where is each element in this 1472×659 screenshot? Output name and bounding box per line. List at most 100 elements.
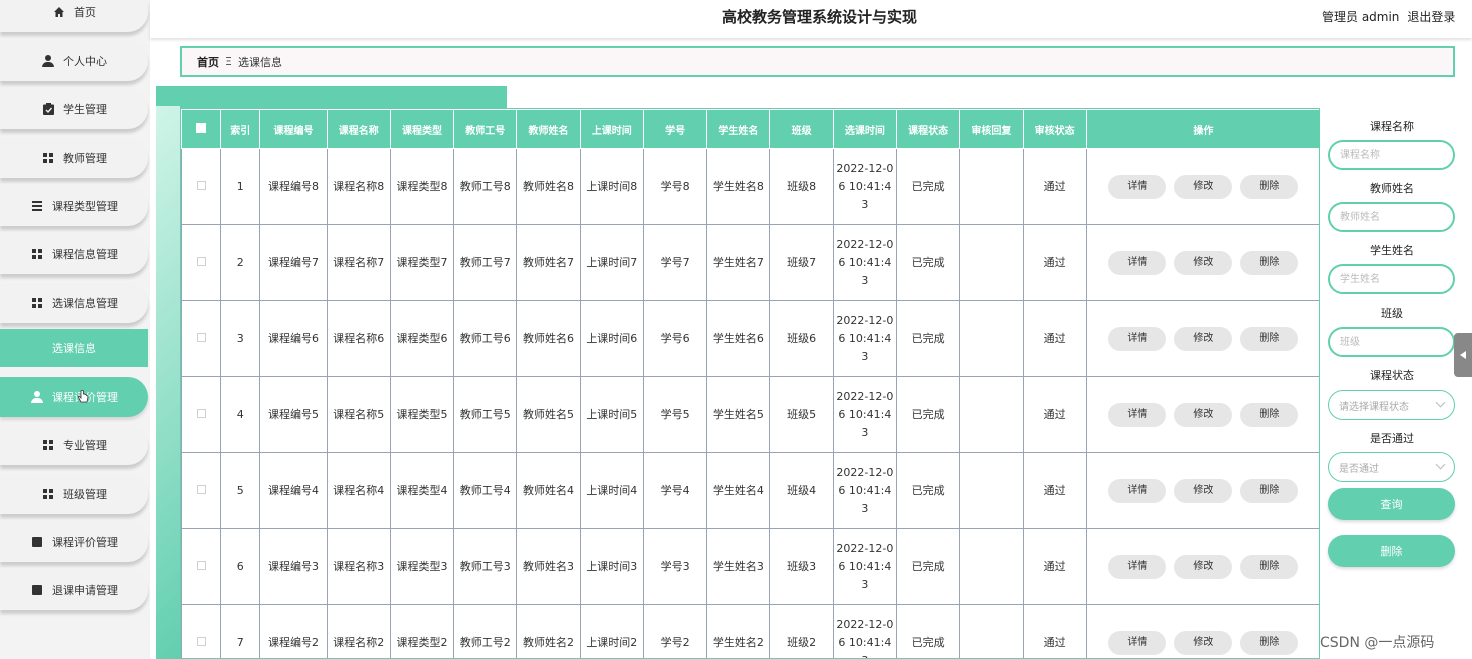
breadcrumb-home-link[interactable]: 首页 (197, 54, 219, 70)
row-select-cell[interactable] (181, 376, 222, 453)
passed-select[interactable]: 是否通过 (1328, 452, 1455, 482)
table-header-row: 索引 课程编号 课程名称 课程类型 教师工号 教师姓名 上课时间 学号 学生姓名… (181, 109, 1319, 149)
sidebar-item-course-types[interactable]: 课程类型管理 (0, 186, 148, 226)
cell-student-name: 学生姓名7 (706, 224, 771, 301)
row-checkbox[interactable] (196, 636, 206, 646)
sidebar-item-home[interactable]: 首页 (0, 0, 148, 32)
sidebar-item-course-evaluation[interactable]: 课程评价管理 (0, 522, 148, 562)
edit-button[interactable]: 修改 (1174, 478, 1233, 503)
sidebar-item-profile[interactable]: 个人中心 (0, 41, 148, 81)
sidebar-item-course-info[interactable]: 课程信息管理 (0, 234, 148, 274)
column-header[interactable]: 课程状态 (896, 109, 961, 149)
table-row: 5 课程编号4 课程名称4 课程类型4 教师工号4 教师姓名4 上课时间4 学号4 学生姓名4 班… (181, 452, 1319, 529)
student-name-input[interactable] (1328, 264, 1455, 294)
sidebar-item-teachers[interactable]: 教师管理 (0, 138, 148, 178)
chevron-down-icon (1435, 459, 1446, 470)
edit-button[interactable]: 修改 (1174, 326, 1233, 351)
sidebar-item-classes[interactable]: 班级管理 (0, 474, 148, 514)
column-header[interactable]: 课程名称 (326, 109, 391, 149)
row-checkbox[interactable] (196, 180, 206, 190)
column-header[interactable]: 审核状态 (1022, 109, 1087, 149)
class-input[interactable] (1328, 327, 1455, 357)
column-header[interactable]: 审核回复 (959, 109, 1024, 149)
user-icon (41, 54, 55, 68)
row-checkbox[interactable] (196, 484, 206, 494)
teacher-name-input[interactable] (1328, 202, 1455, 232)
delete-button[interactable]: 删除 (1240, 326, 1299, 351)
select-all-checkbox[interactable] (196, 122, 207, 133)
row-checkbox[interactable] (196, 332, 206, 342)
grid-icon (30, 247, 44, 261)
row-select-cell[interactable] (181, 528, 222, 605)
row-select-cell[interactable] (181, 148, 222, 225)
logout-link[interactable]: 退出登录 (1407, 10, 1455, 24)
cell-review-status: 通过 (1022, 452, 1087, 529)
detail-button[interactable]: 详情 (1108, 174, 1167, 199)
sidebar-item-course-selection[interactable]: 选课信息管理 (0, 283, 148, 323)
detail-button[interactable]: 详情 (1108, 326, 1167, 351)
column-header[interactable]: 学号 (642, 109, 708, 149)
column-header[interactable]: 课程类型 (389, 109, 455, 149)
delete-button[interactable]: 删除 (1240, 402, 1299, 427)
row-checkbox[interactable] (196, 408, 206, 418)
row-select-cell[interactable] (181, 224, 222, 301)
edit-button[interactable]: 修改 (1174, 554, 1233, 579)
column-header[interactable]: 学生姓名 (706, 109, 771, 149)
edit-button[interactable]: 修改 (1174, 174, 1233, 199)
delete-button[interactable]: 删除 (1240, 478, 1299, 503)
column-header[interactable]: 教师工号 (453, 109, 518, 149)
row-select-cell[interactable] (181, 604, 222, 658)
detail-button[interactable]: 详情 (1108, 630, 1167, 655)
cell-teacher-name: 教师姓名4 (516, 452, 581, 529)
sidebar-item-withdraw-requests[interactable]: 退课申请管理 (0, 570, 148, 610)
breadcrumb-separator-icon: Ξ (225, 55, 232, 68)
search-panel: 课程名称 教师姓名 学生姓名 班级 课程状态 请选择课程状态 是否通过 是否通过… (1326, 108, 1461, 578)
passed-label: 是否通过 (1370, 432, 1414, 445)
edit-button[interactable]: 修改 (1174, 402, 1233, 427)
column-header[interactable]: 上课时间 (579, 109, 644, 149)
detail-button[interactable]: 详情 (1108, 554, 1167, 579)
detail-button[interactable]: 详情 (1108, 402, 1167, 427)
breadcrumb-current: 选课信息 (237, 55, 282, 69)
hand-cursor-icon (77, 390, 89, 403)
course-status-label: 课程状态 (1370, 369, 1414, 382)
sidebar-item-majors[interactable]: 专业管理 (0, 425, 148, 465)
column-header[interactable]: 选课时间 (832, 109, 898, 149)
delete-button[interactable]: 删除 (1240, 554, 1299, 579)
column-header[interactable]: 课程编号 (259, 109, 328, 149)
delete-selected-button[interactable]: 删除 (1328, 535, 1455, 567)
row-select-cell[interactable] (181, 452, 222, 529)
sidebar-item-course-evaluation-hover[interactable]: 课程评价管理 (0, 377, 148, 417)
cell-course-status: 已完成 (896, 528, 961, 605)
delete-button[interactable]: 删除 (1240, 174, 1299, 199)
edit-button[interactable]: 修改 (1174, 630, 1233, 655)
edit-button[interactable]: 修改 (1174, 250, 1233, 275)
detail-button[interactable]: 详情 (1108, 478, 1167, 503)
detail-button[interactable]: 详情 (1108, 250, 1167, 275)
cell-teacher-name: 教师姓名6 (516, 300, 581, 377)
column-header[interactable]: 索引 (220, 109, 261, 149)
row-checkbox[interactable] (196, 256, 206, 266)
delete-button[interactable]: 删除 (1240, 630, 1299, 655)
row-checkbox[interactable] (196, 560, 206, 570)
sidebar-item-label: 课程评价管理 (52, 536, 118, 549)
collapse-tab-icon[interactable] (1454, 333, 1472, 377)
table-row: 1 课程编号8 课程名称8 课程类型8 教师工号8 教师姓名8 上课时间8 学号8 学生姓名8 班… (181, 148, 1319, 225)
column-header[interactable]: 班级 (769, 109, 834, 149)
cell-teacher-no: 教师工号3 (453, 528, 518, 605)
sidebar-subitem-selection-info[interactable]: 选课信息 (0, 329, 148, 367)
cell-course-name: 课程名称3 (326, 528, 391, 605)
query-button[interactable]: 查询 (1328, 488, 1455, 520)
course-status-select[interactable]: 请选择课程状态 (1328, 390, 1455, 420)
row-select-cell[interactable] (181, 300, 222, 377)
course-name-input[interactable] (1328, 140, 1455, 170)
cell-review-reply (959, 604, 1024, 658)
sidebar-item-students[interactable]: 学生管理 (0, 89, 148, 129)
column-header[interactable]: 教师姓名 (516, 109, 581, 149)
cell-class: 班级8 (769, 148, 834, 225)
student-name-label: 学生姓名 (1370, 244, 1414, 257)
select-all-cell[interactable] (181, 109, 222, 149)
delete-button[interactable]: 删除 (1240, 250, 1299, 275)
cell-course-no: 课程编号3 (259, 528, 328, 605)
cell-index: 6 (220, 528, 261, 605)
